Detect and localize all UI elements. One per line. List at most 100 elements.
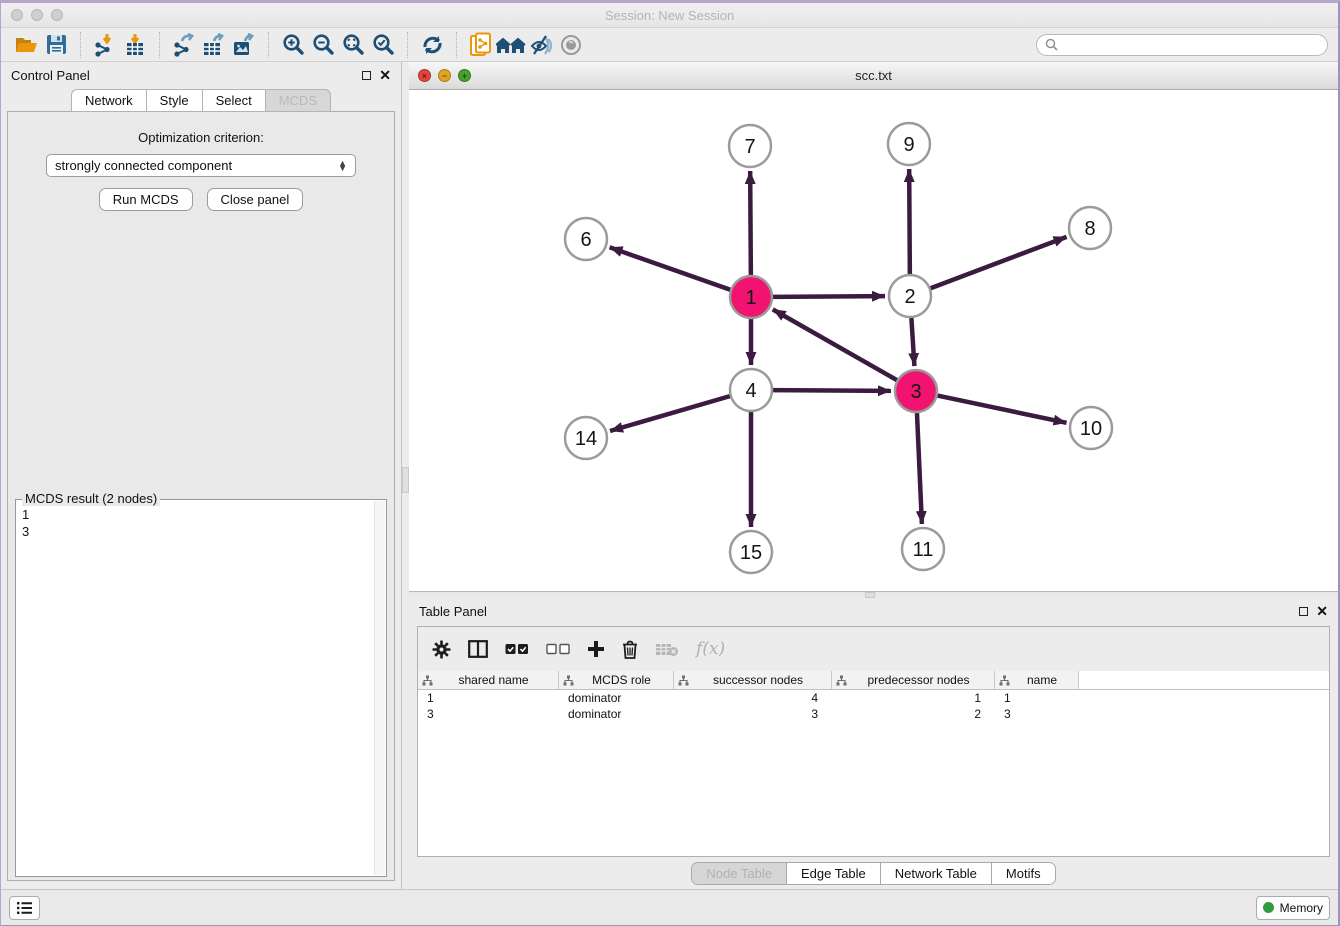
import-network-button[interactable]: [90, 31, 120, 59]
export-network-button[interactable]: [169, 31, 199, 59]
zoom-fit-button[interactable]: [338, 31, 368, 59]
table-settings-button[interactable]: [432, 640, 451, 659]
graph-node-10[interactable]: 10: [1070, 407, 1112, 449]
function-builder-button[interactable]: f(x): [696, 639, 725, 659]
hide-details-button[interactable]: [526, 31, 556, 59]
graph-edge-4-14[interactable]: [610, 396, 730, 431]
save-session-button[interactable]: [41, 31, 71, 59]
cell-predecessor-nodes[interactable]: 2: [832, 707, 995, 721]
horizontal-divider[interactable]: [409, 592, 1338, 598]
graph-node-8[interactable]: 8: [1069, 207, 1111, 249]
graph-node-9[interactable]: 9: [888, 123, 930, 165]
cell-successor-nodes[interactable]: 3: [674, 707, 832, 721]
export-image-button[interactable]: [229, 31, 259, 59]
table-row[interactable]: 3dominator323: [418, 706, 1329, 722]
delete-column-button[interactable]: [655, 642, 679, 657]
show-details-button[interactable]: [556, 31, 586, 59]
graph-edge-2-9[interactable]: [909, 169, 910, 274]
network-from-document-button[interactable]: [466, 31, 496, 59]
graph-edge-1-6[interactable]: [610, 247, 731, 289]
mcds-result-list[interactable]: 13: [16, 500, 386, 546]
close-table-panel-button[interactable]: ✕: [1316, 604, 1328, 618]
graph-edge-4-3[interactable]: [773, 390, 891, 391]
graph-edge-3-10[interactable]: [938, 396, 1067, 423]
network-canvas[interactable]: 7 9 6 8 1 2 4 3 14 10 15 11: [409, 90, 1338, 591]
graph-edge-3-1[interactable]: [773, 309, 897, 380]
tab-edge-table[interactable]: Edge Table: [786, 863, 880, 884]
close-panel-button-2[interactable]: Close panel: [207, 188, 304, 211]
minimize-window-button[interactable]: [31, 9, 43, 21]
network-window-titlebar[interactable]: × − + scc.txt: [409, 62, 1338, 90]
cell-name[interactable]: 3: [995, 707, 1079, 721]
tab-motifs[interactable]: Motifs: [991, 863, 1055, 884]
tab-network-table[interactable]: Network Table: [880, 863, 991, 884]
graph-node-6[interactable]: 6: [565, 218, 607, 260]
tab-style[interactable]: Style: [147, 89, 203, 112]
cell-shared-name[interactable]: 3: [418, 707, 559, 721]
tab-node-table[interactable]: Node Table: [692, 863, 786, 884]
graph-node-4[interactable]: 4: [730, 369, 772, 411]
home-button[interactable]: [496, 31, 526, 59]
divider-grip[interactable]: [402, 467, 409, 493]
cell-name[interactable]: 1: [995, 691, 1079, 705]
cell-mcds-role[interactable]: dominator: [559, 707, 674, 721]
graph-node-1[interactable]: 1: [730, 276, 772, 318]
graph-edge-1-2[interactable]: [773, 296, 885, 297]
graph-node-11[interactable]: 11: [902, 528, 944, 570]
show-columns-button[interactable]: [468, 640, 488, 658]
tab-mcds[interactable]: MCDS: [266, 89, 331, 112]
add-column-button[interactable]: [587, 640, 605, 658]
task-history-button[interactable]: [9, 896, 40, 920]
network-close-button[interactable]: ×: [418, 69, 431, 82]
table-export-icon: [202, 33, 226, 57]
search-input[interactable]: [1063, 38, 1319, 52]
deselect-all-button[interactable]: [546, 643, 570, 655]
column-label: MCDS role: [574, 673, 669, 687]
graph-node-3[interactable]: 3: [895, 370, 937, 412]
graph-edge-1-7[interactable]: [750, 171, 751, 275]
select-all-button[interactable]: [505, 643, 529, 655]
float-panel-button[interactable]: [362, 71, 371, 80]
cell-successor-nodes[interactable]: 4: [674, 691, 832, 705]
panel-divider[interactable]: [401, 62, 409, 889]
column-header-predecessor-nodes[interactable]: predecessor nodes: [832, 671, 995, 689]
import-table-button[interactable]: [120, 31, 150, 59]
horizontal-divider-grip[interactable]: [865, 592, 875, 598]
toolbar-separator: [268, 32, 269, 58]
zoom-in-button[interactable]: [278, 31, 308, 59]
column-header-name[interactable]: name: [995, 671, 1079, 689]
criterion-select[interactable]: strongly connected component ▲▼: [46, 154, 356, 177]
network-minimize-button[interactable]: −: [438, 69, 451, 82]
network-maximize-button[interactable]: +: [458, 69, 471, 82]
close-panel-button[interactable]: ✕: [379, 68, 391, 82]
graph-edge-3-11[interactable]: [917, 413, 922, 524]
refresh-layout-button[interactable]: [417, 31, 447, 59]
graph-node-14[interactable]: 14: [565, 417, 607, 459]
tab-select[interactable]: Select: [203, 89, 266, 112]
open-file-button[interactable]: [11, 31, 41, 59]
graph-edge-2-3[interactable]: [911, 318, 914, 366]
delete-row-button[interactable]: [622, 640, 638, 659]
graph-node-15[interactable]: 15: [730, 531, 772, 573]
zoom-selected-button[interactable]: [368, 31, 398, 59]
column-header-mcds-role[interactable]: MCDS role: [559, 671, 674, 689]
column-header-successor-nodes[interactable]: successor nodes: [674, 671, 832, 689]
close-window-button[interactable]: [11, 9, 23, 21]
cell-predecessor-nodes[interactable]: 1: [832, 691, 995, 705]
graph-node-2[interactable]: 2: [889, 275, 931, 317]
cell-shared-name[interactable]: 1: [418, 691, 559, 705]
cell-mcds-role[interactable]: dominator: [559, 691, 674, 705]
image-export-icon: [232, 33, 256, 57]
table-row[interactable]: 1dominator411: [418, 690, 1329, 706]
memory-button[interactable]: Memory: [1256, 896, 1330, 920]
column-header-shared-name[interactable]: shared name: [418, 671, 559, 689]
run-mcds-button[interactable]: Run MCDS: [99, 188, 193, 211]
graph-edge-2-8[interactable]: [931, 237, 1067, 288]
result-scrollbar[interactable]: [374, 501, 385, 875]
float-table-panel-button[interactable]: [1299, 607, 1308, 616]
export-table-button[interactable]: [199, 31, 229, 59]
tab-network[interactable]: Network: [71, 89, 147, 112]
graph-node-7[interactable]: 7: [729, 125, 771, 167]
zoom-out-button[interactable]: [308, 31, 338, 59]
zoom-window-button[interactable]: [51, 9, 63, 21]
